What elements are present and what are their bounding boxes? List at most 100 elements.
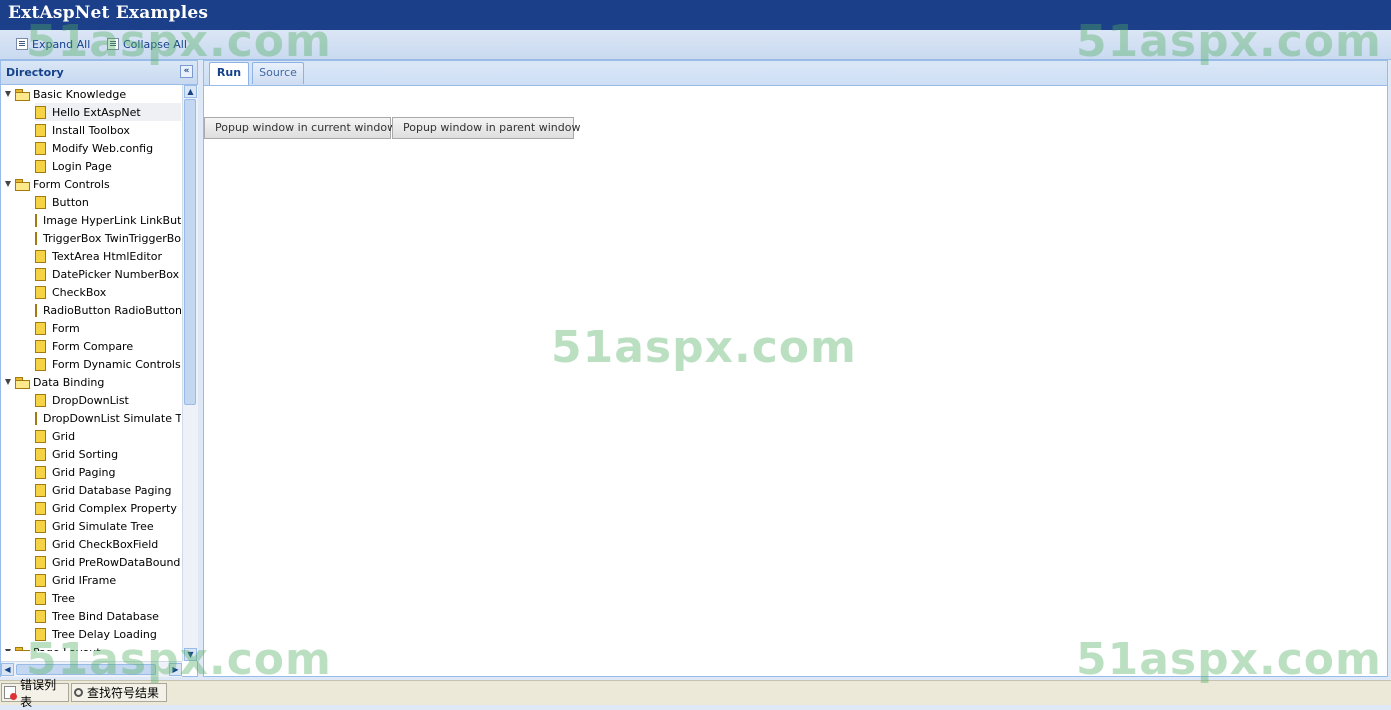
tree-leaf-node[interactable]: DatePicker NumberBox	[35, 265, 181, 283]
tree-node-label: Modify Web.config	[52, 141, 154, 155]
tree-leaf-node[interactable]: CheckBox	[35, 283, 181, 301]
tree-node-label: Button	[52, 195, 89, 209]
expand-arrow-icon[interactable]	[5, 379, 11, 385]
tree-leaf-node[interactable]: Form	[35, 319, 181, 337]
tree-node-label: Basic Knowledge	[33, 87, 127, 101]
error-list-tab[interactable]: 错误列表	[1, 678, 69, 709]
expand-icon	[16, 38, 28, 50]
tree-vertical-scrollbar[interactable]: ▲ ▼	[182, 85, 198, 661]
scroll-right-icon[interactable]: ▶	[169, 663, 182, 676]
tree-node-label: Hello ExtAspNet	[52, 105, 141, 119]
tree-leaf-node[interactable]: Modify Web.config	[35, 139, 181, 157]
tree-leaf-node[interactable]: Grid IFrame	[35, 571, 181, 589]
tree-leaf-node[interactable]: Tree Bind Database	[35, 607, 181, 625]
error-list-label: 错误列表	[20, 677, 57, 709]
expand-all-button[interactable]: Expand All	[16, 36, 90, 52]
tree-leaf-node[interactable]: Image HyperLink LinkButton	[35, 211, 181, 229]
folder-icon	[15, 178, 30, 191]
page-icon	[35, 555, 46, 569]
page-icon	[35, 123, 46, 137]
page-icon	[35, 429, 46, 443]
directory-panel: Directory « Basic Knowledge Hello ExtAspN…	[0, 60, 198, 677]
tab-run[interactable]: Run	[209, 62, 249, 85]
page-icon	[35, 483, 46, 497]
tree-node-label: Login Page	[52, 159, 112, 173]
page-icon	[35, 159, 46, 173]
tree-leaf-node[interactable]: DropDownList	[35, 391, 181, 409]
main-panel: Run Source Popup window in current windo…	[203, 60, 1388, 677]
tree-folder-node[interactable]: Page Layout	[5, 643, 101, 651]
expand-arrow-icon[interactable]	[5, 91, 11, 97]
tree-node-label: Form Controls	[33, 177, 110, 191]
tree-node-label: Form Dynamic Controls	[52, 357, 181, 371]
tree-node-label: DropDownList Simulate Tree	[43, 411, 181, 425]
directory-tree: Basic Knowledge Hello ExtAspNet Install To…	[1, 85, 181, 651]
tree-folder-node[interactable]: Basic Knowledge	[5, 85, 126, 103]
directory-title: Directory	[6, 66, 64, 79]
tree-node-label: Form	[52, 321, 80, 335]
tree-leaf-node[interactable]: Grid	[35, 427, 181, 445]
scroll-down-icon[interactable]: ▼	[184, 648, 197, 661]
expand-all-label: Expand All	[32, 37, 91, 51]
tree-folder-node[interactable]: Data Binding	[5, 373, 104, 391]
tree-node-label: Grid Sorting	[52, 447, 119, 461]
tree-node-label: TextArea HtmlEditor	[52, 249, 162, 263]
tree-leaf-node[interactable]: RadioButton RadioButtonList	[35, 301, 181, 319]
tree-leaf-node[interactable]: Grid CheckBoxField	[35, 535, 181, 553]
tree-leaf-node[interactable]: Form Compare	[35, 337, 181, 355]
page-icon	[35, 213, 37, 227]
page-icon	[35, 267, 46, 281]
collapse-panel-icon[interactable]: «	[180, 65, 193, 78]
tree-leaf-node[interactable]: TextArea HtmlEditor	[35, 247, 181, 265]
tree-node-label: Tree Bind Database	[52, 609, 159, 623]
tree-node-label: Image HyperLink LinkButton	[43, 213, 181, 227]
collapse-all-button[interactable]: Collapse All	[107, 36, 187, 52]
page-icon	[35, 231, 37, 245]
page-icon	[35, 501, 46, 515]
collapse-all-label: Collapse All	[123, 37, 187, 51]
tree-leaf-node[interactable]: Login Page	[35, 157, 181, 175]
tree-leaf-node[interactable]: TriggerBox TwinTriggerBox	[35, 229, 181, 247]
page-icon	[35, 411, 37, 425]
tree-leaf-node[interactable]: Hello ExtAspNet	[35, 103, 181, 121]
expand-arrow-icon[interactable]	[5, 181, 11, 187]
tab-source[interactable]: Source	[252, 62, 304, 84]
find-symbol-icon	[74, 688, 83, 697]
tree-leaf-node[interactable]: Grid PreRowDataBound	[35, 553, 181, 571]
page-icon	[35, 393, 46, 407]
tree-leaf-node[interactable]: Grid Database Paging	[35, 481, 181, 499]
tree-node-label: Grid	[52, 429, 76, 443]
tree-leaf-node[interactable]: Grid Paging	[35, 463, 181, 481]
vertical-scroll-thumb[interactable]	[184, 99, 196, 405]
collapse-icon	[107, 38, 119, 50]
tree-leaf-node[interactable]: Form Dynamic Controls	[35, 355, 181, 373]
tree-leaf-node[interactable]: DropDownList Simulate Tree	[35, 409, 181, 427]
expand-arrow-icon[interactable]	[5, 649, 11, 651]
tree-leaf-node[interactable]: Grid Complex Property	[35, 499, 181, 517]
horizontal-scroll-thumb[interactable]	[16, 664, 156, 675]
folder-icon	[15, 376, 30, 389]
tree-node-label: Tree	[52, 591, 75, 605]
tree-leaf-node[interactable]: Tree	[35, 589, 181, 607]
scroll-left-icon[interactable]: ◀	[1, 663, 14, 676]
scroll-up-icon[interactable]: ▲	[184, 85, 197, 98]
tree-node-label: Grid CheckBoxField	[52, 537, 159, 551]
popup-parent-window-button[interactable]: Popup window in parent window	[392, 117, 580, 139]
tree-node-label: Tree Delay Loading	[52, 627, 157, 641]
tree-leaf-node[interactable]: Button	[35, 193, 181, 211]
popup-current-window-button[interactable]: Popup window in current window	[204, 117, 396, 139]
tree-node-label: TriggerBox TwinTriggerBox	[43, 231, 181, 245]
find-symbol-results-tab[interactable]: 查找符号结果	[71, 683, 167, 702]
tree-node-label: Grid Paging	[52, 465, 116, 479]
tree-node-label: Install Toolbox	[52, 123, 130, 137]
tree-node-label: DatePicker NumberBox	[52, 267, 180, 281]
tree-node-label: Grid IFrame	[52, 573, 117, 587]
tree-leaf-node[interactable]: Install Toolbox	[35, 121, 181, 139]
tree-node-label: Grid Complex Property	[52, 501, 177, 515]
tree-folder-node[interactable]: Form Controls	[5, 175, 110, 193]
tree-leaf-node[interactable]: Grid Simulate Tree	[35, 517, 181, 535]
folder-icon	[15, 88, 30, 101]
tree-leaf-node[interactable]: Tree Delay Loading	[35, 625, 181, 643]
tree-leaf-node[interactable]: Grid Sorting	[35, 445, 181, 463]
page-icon	[35, 195, 46, 209]
